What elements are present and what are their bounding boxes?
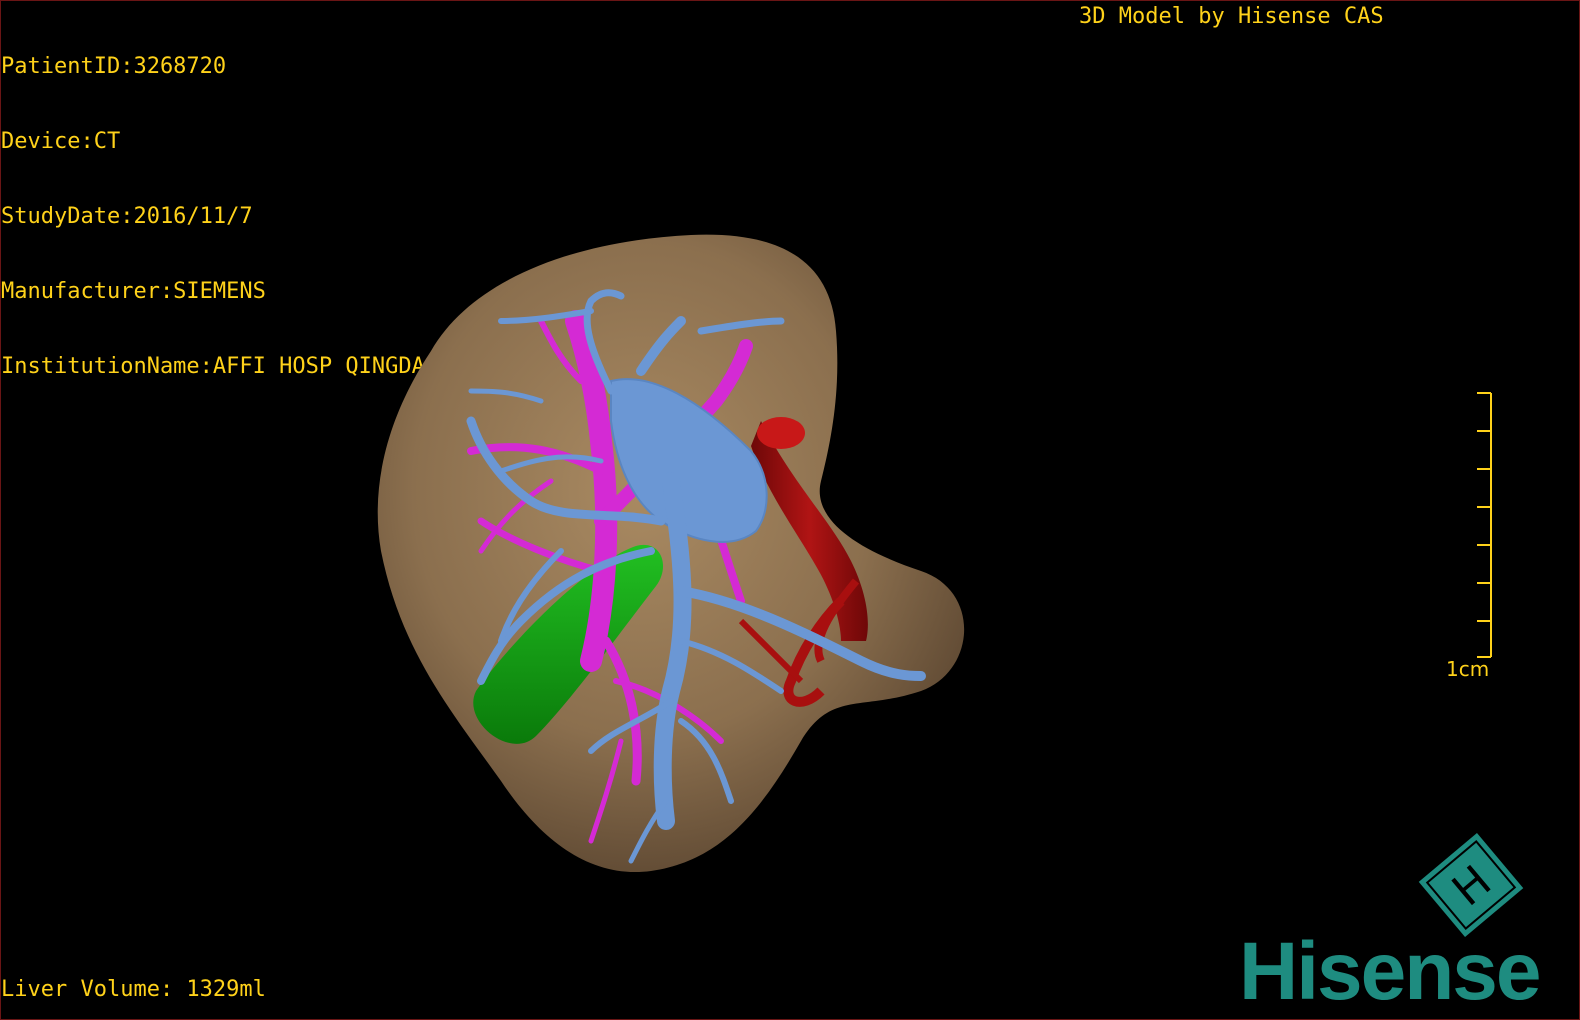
3d-viewport[interactable]: PatientID:3268720 Device:CT StudyDate:20… xyxy=(0,0,1580,1020)
patient-id-text: PatientID:3268720 xyxy=(1,54,227,79)
scale-label: 1cm xyxy=(1446,657,1490,681)
scale-bar xyxy=(1477,392,1492,658)
hisense-logo-icon: H xyxy=(1418,832,1524,938)
hisense-brand-name: Hisense xyxy=(1239,926,1542,1017)
liver-3d-model[interactable] xyxy=(361,221,1001,891)
device-text: Device:CT xyxy=(1,129,121,154)
model-credit-text: 3D Model by Hisense CAS xyxy=(1079,4,1384,29)
liver-volume-text: Liver Volume: 1329ml xyxy=(1,977,266,1002)
